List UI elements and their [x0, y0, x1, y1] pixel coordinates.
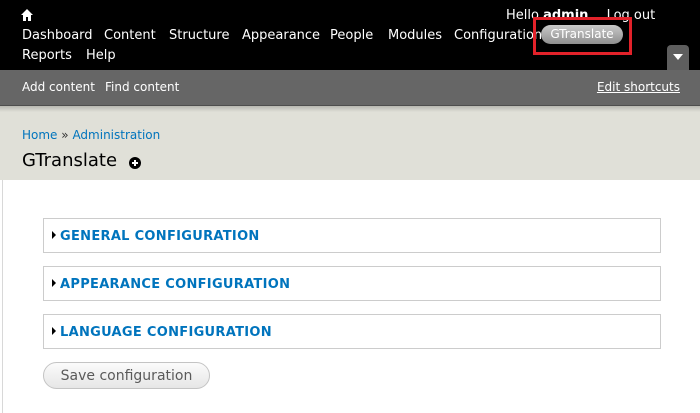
page-title: GTranslate — [22, 150, 118, 171]
menu-item-content[interactable]: Content — [104, 28, 156, 43]
breadcrumb-separator: » — [61, 128, 69, 142]
collapsed-arrow-icon — [52, 231, 56, 239]
shortcut-add-content[interactable]: Add content — [22, 80, 95, 94]
edit-shortcuts-link[interactable]: Edit shortcuts — [597, 80, 680, 94]
collapsed-arrow-icon — [52, 327, 56, 335]
menu-item-configuration[interactable]: Configuration — [454, 28, 542, 43]
menu-item-reports[interactable]: Reports — [22, 48, 72, 63]
fieldset-language-configuration[interactable]: LANGUAGE CONFIGURATION — [43, 314, 661, 349]
home-icon[interactable] — [20, 8, 34, 22]
main-content: GENERAL CONFIGURATION APPEARANCE CONFIGU… — [2, 180, 700, 413]
menu-item-dashboard[interactable]: Dashboard — [22, 28, 93, 43]
fieldset-appearance-configuration[interactable]: APPEARANCE CONFIGURATION — [43, 266, 661, 301]
save-configuration-button[interactable]: Save configuration — [43, 362, 210, 389]
fieldset-legend[interactable]: GENERAL CONFIGURATION — [60, 229, 260, 244]
menu-item-appearance[interactable]: Appearance — [242, 28, 320, 43]
chevron-down-icon — [673, 54, 683, 60]
fieldset-legend[interactable]: APPEARANCE CONFIGURATION — [60, 277, 290, 292]
fieldset-legend[interactable]: LANGUAGE CONFIGURATION — [60, 325, 272, 340]
add-shortcut-icon[interactable] — [129, 157, 141, 169]
highlight-box — [533, 17, 632, 55]
breadcrumb: Home » Administration — [22, 128, 160, 142]
menu-item-modules[interactable]: Modules — [388, 28, 442, 43]
fieldset-general-configuration[interactable]: GENERAL CONFIGURATION — [43, 218, 661, 253]
menu-item-structure[interactable]: Structure — [169, 28, 229, 43]
drawer-toggle-button[interactable] — [667, 45, 689, 70]
shortcut-find-content[interactable]: Find content — [105, 80, 179, 94]
breadcrumb-home-link[interactable]: Home — [22, 128, 57, 142]
menu-item-help[interactable]: Help — [86, 48, 116, 63]
menu-item-people[interactable]: People — [330, 28, 373, 43]
breadcrumb-administration-link[interactable]: Administration — [72, 128, 160, 142]
page-header: Home » Administration GTranslate — [0, 106, 700, 180]
admin-toolbar: Hello admin Log out Dashboard Content St… — [0, 0, 700, 70]
collapsed-arrow-icon — [52, 279, 56, 287]
shortcuts-bar: Add content Find content Edit shortcuts — [0, 70, 700, 106]
